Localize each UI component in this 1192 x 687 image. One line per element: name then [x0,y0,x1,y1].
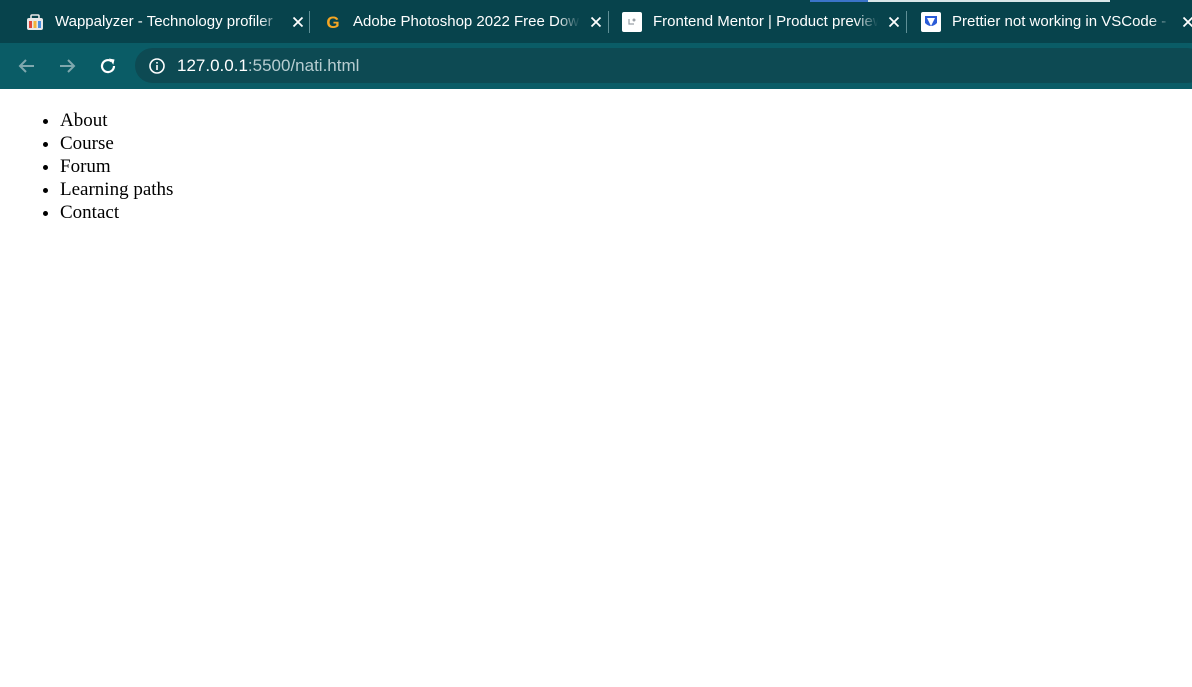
wappalyzer-icon [26,13,44,31]
info-icon[interactable] [148,57,166,75]
reload-icon[interactable] [94,52,122,80]
back-icon[interactable] [13,52,41,80]
close-tab-icon[interactable] [1180,14,1192,30]
tab-title: Frontend Mentor | Product preview [653,13,878,30]
tab-separator [608,11,609,33]
g-letter-icon: G [324,13,342,31]
nav-list: About Course Forum Learning paths Contac… [60,109,173,224]
nav-item-forum: Forum [60,155,173,178]
url-path: :5500/nati.html [247,55,360,75]
tab-adobe-photoshop[interactable]: G Adobe Photoshop 2022 Free Download [324,0,604,43]
page-content: About Course Forum Learning paths Contac… [0,89,1192,687]
browser-toolbar: 127.0.0.1:5500/nati.html [0,43,1192,89]
tab-separator [906,11,907,33]
tab-prettier-vscode[interactable]: Prettier not working in VSCode - [921,0,1192,43]
nav-item-learning-paths: Learning paths [60,178,173,201]
close-tab-icon[interactable] [290,14,306,30]
forward-icon[interactable] [53,52,81,80]
address-bar[interactable]: 127.0.0.1:5500/nati.html [135,48,1192,83]
nav-item-course: Course [60,132,173,155]
tab-wappalyzer[interactable]: Wappalyzer - Technology profiler [26,0,306,43]
tab-frontend-mentor[interactable]: Frontend Mentor | Product preview [622,0,902,43]
shield-icon [921,11,941,32]
tab-strip: Wappalyzer - Technology profiler G Adobe… [0,0,1192,43]
nav-item-about: About [60,109,173,132]
nav-item-contact: Contact [60,201,173,224]
frontend-mentor-icon [622,11,642,32]
tab-separator [309,11,310,33]
svg-text:G: G [326,13,339,31]
url-host: 127.0.0.1 [177,55,248,75]
tab-title: Adobe Photoshop 2022 Free Download [353,13,580,30]
close-tab-icon[interactable] [588,14,604,30]
url-text: 127.0.0.1:5500/nati.html [177,56,359,76]
close-tab-icon[interactable] [886,14,902,30]
tab-title: Prettier not working in VSCode - [952,13,1167,30]
tab-title: Wappalyzer - Technology profiler [55,13,273,30]
